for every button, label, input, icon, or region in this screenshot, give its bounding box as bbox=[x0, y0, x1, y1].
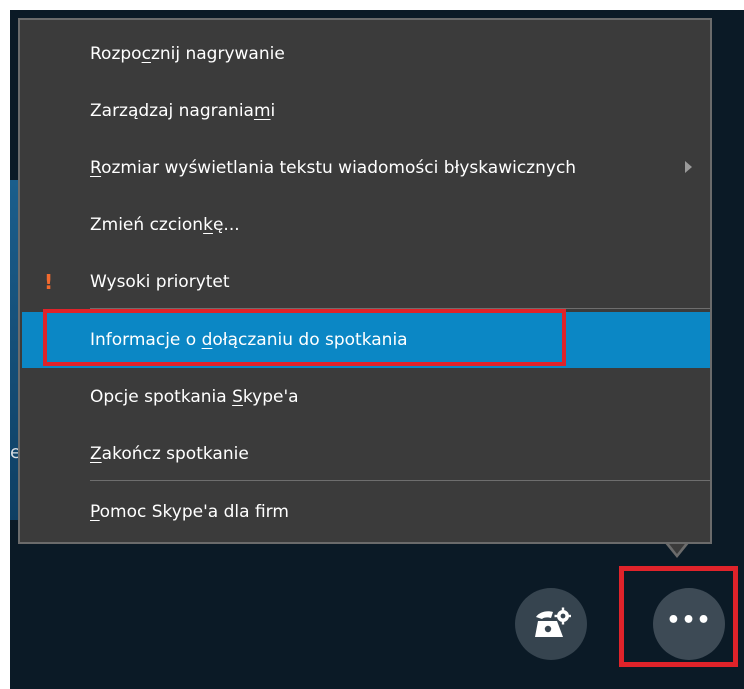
annotation-more-button-box bbox=[619, 566, 738, 667]
menu-item-start-recording[interactable]: Rozpocznij nagrywanie bbox=[22, 26, 710, 82]
annotation-highlight-box bbox=[43, 309, 566, 366]
menu-item-label: i bbox=[270, 101, 276, 121]
menu-item-accesskey: S bbox=[232, 387, 243, 407]
menu-item-label: Zmień czcion bbox=[90, 215, 204, 235]
menu-item-label: omoc Skype'a dla firm bbox=[99, 502, 289, 522]
exclamation-icon: ! bbox=[44, 270, 54, 294]
menu-item-label: Zarządzaj nagrania bbox=[90, 101, 254, 121]
menu-item-accesskey: P bbox=[90, 502, 100, 522]
more-options-menu: Rozpocznij nagrywanie Zarządzaj nagrania… bbox=[18, 18, 712, 544]
menu-item-skype-meeting-options[interactable]: Opcje spotkania Skype'a bbox=[22, 369, 710, 425]
menu-separator bbox=[90, 480, 710, 481]
menu-item-accesskey: m bbox=[253, 101, 271, 121]
menu-item-accesskey: k bbox=[203, 215, 213, 235]
menu-item-label: akończ spotkanie bbox=[101, 444, 249, 464]
menu-item-end-meeting[interactable]: Zakończ spotkanie bbox=[22, 426, 710, 482]
menu-item-manage-recordings[interactable]: Zarządzaj nagraniami bbox=[22, 83, 710, 139]
menu-item-high-priority[interactable]: ! Wysoki priorytet bbox=[22, 254, 710, 310]
menu-item-label: Opcje spotkania bbox=[90, 387, 233, 407]
menu-item-accesskey: Z bbox=[90, 444, 102, 464]
menu-item-im-text-size[interactable]: Rozmiar wyświetlania tekstu wiadomości b… bbox=[22, 140, 710, 196]
menu-item-help[interactable]: Pomoc Skype'a dla firm bbox=[22, 484, 710, 540]
chevron-right-icon bbox=[685, 161, 692, 173]
menu-item-label: kype'a bbox=[242, 387, 299, 407]
call-controls-button[interactable] bbox=[515, 588, 587, 660]
menu-item-label: Rozpo bbox=[90, 44, 142, 64]
menu-item-accesskey: c bbox=[141, 44, 151, 64]
menu-item-label: znij nagrywanie bbox=[150, 44, 285, 64]
menu-item-change-font[interactable]: Zmień czcionkę... bbox=[22, 197, 710, 253]
menu-item-label: ozmiar wyświetlania tekstu wiadomości bł… bbox=[101, 158, 577, 178]
menu-item-label: Wysoki priorytet bbox=[90, 272, 230, 292]
menu-item-label: ę... bbox=[212, 215, 240, 235]
menu-item-accesskey: R bbox=[90, 158, 102, 178]
phone-gear-icon bbox=[535, 607, 571, 637]
